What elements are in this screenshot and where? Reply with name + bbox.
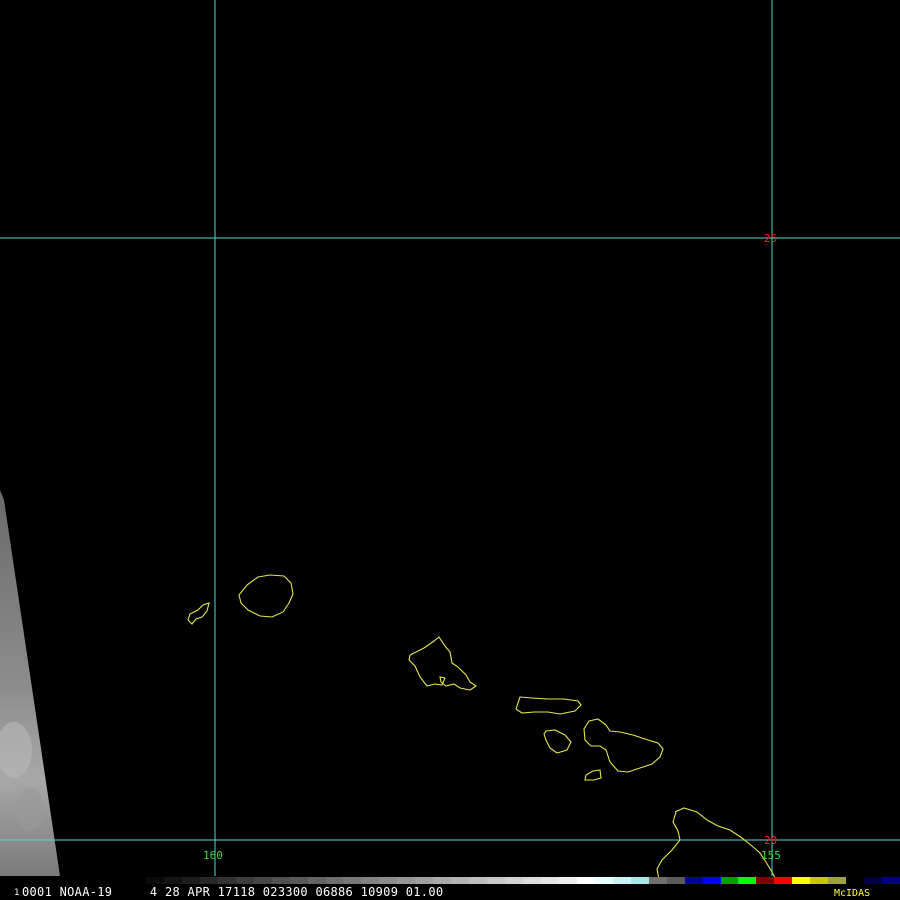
image-info-text: 0001 NOAA-19 4 28 APR 17118 023300 06886… bbox=[22, 885, 444, 899]
satellite-map: 25 20 160 155 bbox=[0, 0, 900, 900]
mcidas-brand-label: McIDAS bbox=[834, 888, 871, 899]
lat-label-25: 25 bbox=[764, 232, 777, 245]
frame-number: 1 bbox=[14, 888, 20, 898]
ocean-background bbox=[0, 0, 900, 900]
status-bar: 1 0001 NOAA-19 4 28 APR 17118 023300 068… bbox=[0, 884, 900, 900]
lon-label-155: 155 bbox=[761, 849, 781, 862]
lat-label-20: 20 bbox=[764, 834, 777, 847]
cloud-patch bbox=[16, 788, 44, 832]
lon-label-160: 160 bbox=[203, 849, 223, 862]
